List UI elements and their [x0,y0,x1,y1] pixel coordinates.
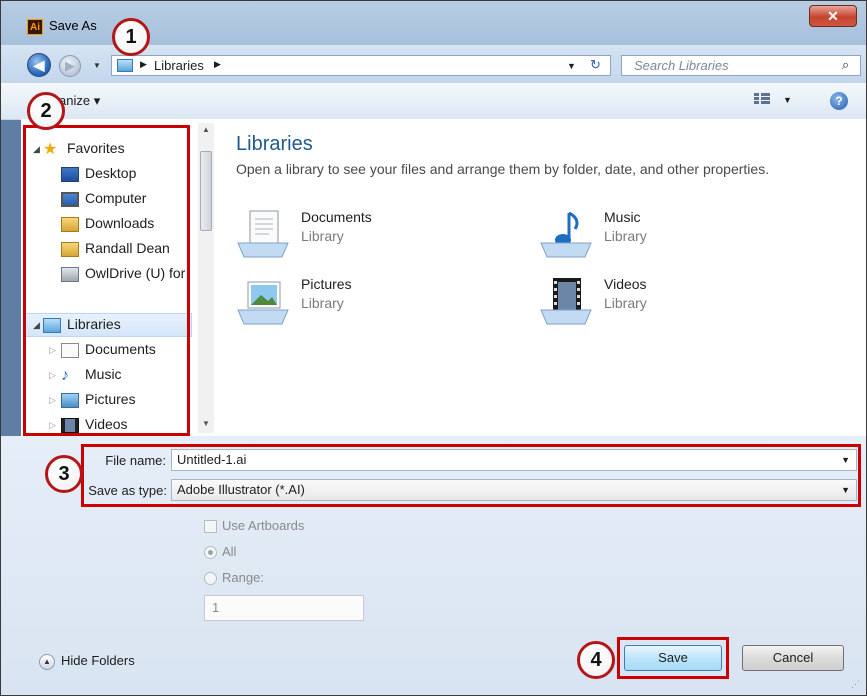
scrollbar-thumb[interactable] [200,151,212,231]
callout-box-save [617,637,729,679]
videos-library-icon [540,278,592,325]
navigation-scrollbar[interactable]: ▲ ▼ [198,123,214,433]
callout-box-navigation [23,125,190,436]
callout-badge-2: 2 [27,92,65,130]
scroll-down-icon[interactable]: ▼ [202,419,210,428]
close-button[interactable]: ✕ [809,5,857,27]
library-type: Library [301,228,344,244]
library-type: Library [604,228,647,244]
documents-library-icon [237,210,289,258]
view-options-dropdown-icon[interactable]: ▼ [783,95,792,105]
library-type: Library [301,295,344,311]
refresh-icon[interactable]: ↻ [590,57,601,73]
command-toolbar: anize ▾ ▼ ? [1,83,866,120]
range-label: Range: [222,570,264,585]
use-artboards-option[interactable]: Use Artboards [204,518,305,534]
callout-badge-1: 1 [112,18,150,56]
help-icon[interactable]: ? [830,92,848,110]
scroll-up-icon[interactable]: ▲ [202,125,210,134]
address-dropdown-icon[interactable]: ▼ [567,61,576,71]
range-option[interactable]: Range: [204,570,264,586]
library-type: Library [604,295,647,311]
library-name: Music [604,209,641,225]
address-bar[interactable]: ▶ Libraries ▶ ▼ ↻ [111,55,611,76]
hide-folders-button[interactable]: ▲ Hide Folders [39,653,135,670]
callout-badge-3: 3 [45,455,83,493]
page-subtitle: Open a library to see your files and arr… [236,161,770,177]
illustrator-app-icon: Ai [27,19,43,35]
organize-menu[interactable]: anize ▾ [59,93,100,109]
use-artboards-label: Use Artboards [222,518,305,533]
change-view-icon[interactable] [754,92,770,108]
pictures-library-icon [237,281,289,325]
music-library-icon [540,211,592,258]
callout-box-filename [81,444,861,507]
cancel-button[interactable]: Cancel [742,645,844,671]
library-name: Videos [604,276,647,292]
libraries-folder-icon [117,59,133,72]
use-artboards-checkbox[interactable] [204,520,217,534]
all-radio[interactable] [204,546,217,560]
search-icon[interactable]: ⌕ [842,57,849,73]
callout-badge-4: 4 [577,641,615,679]
save-as-dialog: Ai Save As ✕ ◀ ▶ ▼ ▶ Libraries ▶ ▼ ↻ Sea… [0,0,867,696]
chevron-up-icon: ▲ [39,653,55,670]
search-input[interactable]: Search Libraries [634,58,729,73]
all-label: All [222,544,237,559]
hide-folders-label: Hide Folders [61,653,135,668]
search-box[interactable]: Search Libraries ⌕ [621,55,861,76]
forward-button[interactable]: ▶ [59,55,81,77]
window-title: Save As [49,18,97,33]
library-name: Pictures [301,276,352,292]
breadcrumb-chevron-icon[interactable]: ▶ [140,59,147,70]
back-button[interactable]: ◀ [27,53,51,77]
breadcrumb-chevron-icon[interactable]: ▶ [214,59,221,70]
recent-pages-dropdown-icon[interactable]: ▼ [93,61,101,70]
page-title: Libraries [236,133,313,155]
library-name: Documents [301,209,372,225]
content-pane: Libraries Open a library to see your fil… [214,119,866,436]
range-radio[interactable] [204,572,217,586]
all-option[interactable]: All [204,544,237,560]
resize-grip-icon[interactable]: ⋰ [851,679,860,690]
breadcrumb-libraries[interactable]: Libraries [154,58,204,73]
range-input[interactable]: 1 [204,595,364,621]
